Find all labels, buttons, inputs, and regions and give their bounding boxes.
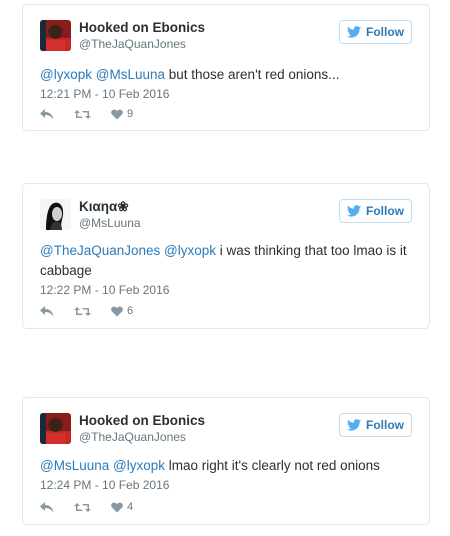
like-button[interactable]: 6: [111, 305, 133, 317]
mention-link[interactable]: @TheJaQuanJones: [40, 243, 160, 258]
mention-link[interactable]: @lyxopk: [113, 458, 165, 473]
reply-icon: [40, 305, 54, 316]
follow-label: Follow: [366, 418, 404, 432]
tweet-text: @lyxopk @MsLuuna but those aren't red on…: [40, 65, 412, 85]
tweet-text: @MsLuuna @lyxopk lmao right it's clearly…: [40, 456, 412, 476]
tweet-text-segment: but those aren't red onions...: [165, 67, 340, 82]
reply-icon: [40, 501, 54, 512]
tweet-timestamp[interactable]: 12:24 PM - 10 Feb 2016: [40, 478, 169, 492]
twitter-bird-icon: [347, 419, 361, 431]
follow-label: Follow: [366, 25, 404, 39]
reply-button[interactable]: [40, 305, 54, 317]
tweet-actions: 6: [40, 305, 153, 317]
retweet-icon: [74, 109, 91, 119]
avatar[interactable]: [40, 413, 71, 444]
tweet-text: @TheJaQuanJones @lyxopk i was thinking t…: [40, 241, 412, 281]
display-name[interactable]: Hooked on Ebonics: [79, 20, 205, 35]
follow-button[interactable]: Follow: [339, 199, 412, 223]
tweet-actions: 4: [40, 501, 153, 513]
mention-link[interactable]: @lyxopk: [164, 243, 216, 258]
heart-icon: [111, 306, 123, 316]
like-count: 9: [127, 108, 134, 120]
mention-link[interactable]: @MsLuuna: [40, 458, 109, 473]
retweet-button[interactable]: [74, 306, 91, 317]
retweet-button[interactable]: [74, 502, 91, 513]
tweet-card: Hooked on Ebonics @TheJaQuanJones Follow…: [22, 397, 430, 525]
retweet-icon: [74, 502, 91, 512]
like-button[interactable]: 9: [111, 108, 133, 120]
mention-link[interactable]: @MsLuuna: [96, 67, 165, 82]
user-handle[interactable]: @MsLuuna: [79, 216, 141, 230]
display-name[interactable]: Hooked on Ebonics: [79, 413, 205, 428]
tweet-card: Kιαηα❀ @MsLuuna Follow @TheJaQuanJones @…: [22, 183, 430, 329]
heart-icon: [111, 502, 123, 512]
tweet-timestamp[interactable]: 12:22 PM - 10 Feb 2016: [40, 283, 169, 297]
tweet-card: Hooked on Ebonics @TheJaQuanJones Follow…: [22, 4, 430, 131]
twitter-bird-icon: [347, 205, 361, 217]
tweet-actions: 9: [40, 108, 153, 120]
user-handle[interactable]: @TheJaQuanJones: [79, 37, 186, 51]
retweet-button[interactable]: [74, 109, 91, 120]
follow-label: Follow: [366, 204, 404, 218]
tweet-text-segment: lmao right it's clearly not red onions: [165, 458, 380, 473]
reply-button[interactable]: [40, 108, 54, 120]
avatar[interactable]: [40, 20, 71, 51]
follow-button[interactable]: Follow: [339, 20, 412, 44]
twitter-bird-icon: [347, 26, 361, 38]
retweet-icon: [74, 306, 91, 316]
like-count: 4: [127, 501, 134, 513]
like-count: 6: [127, 305, 134, 317]
heart-icon: [111, 109, 123, 119]
reply-icon: [40, 108, 54, 119]
follow-button[interactable]: Follow: [339, 413, 412, 437]
like-button[interactable]: 4: [111, 501, 133, 513]
avatar[interactable]: [40, 199, 71, 230]
mention-link[interactable]: @lyxopk: [40, 67, 92, 82]
reply-button[interactable]: [40, 501, 54, 513]
user-handle[interactable]: @TheJaQuanJones: [79, 430, 186, 444]
display-name[interactable]: Kιαηα❀: [79, 199, 129, 215]
tweet-timestamp[interactable]: 12:21 PM - 10 Feb 2016: [40, 87, 169, 101]
